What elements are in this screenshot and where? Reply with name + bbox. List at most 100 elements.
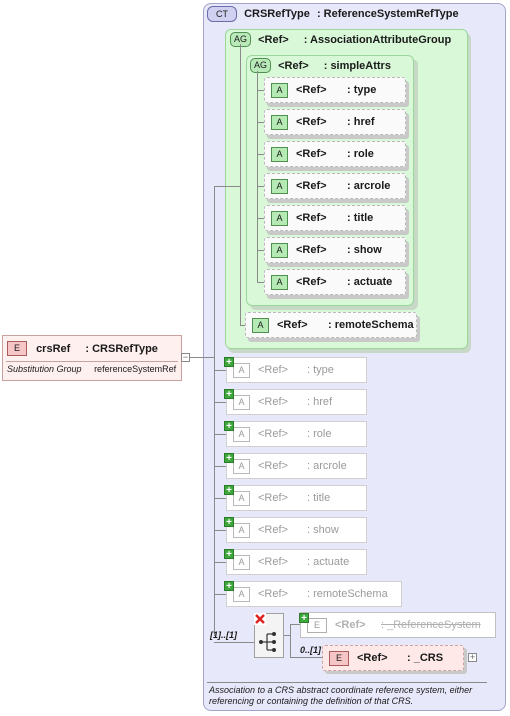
attribute-ref: <Ref> (258, 460, 288, 473)
attribute-badge: A (233, 362, 250, 378)
attribute-badge: A (252, 317, 269, 333)
attribute-ref: <Ref> (258, 396, 288, 409)
attribute-name: : show (307, 524, 339, 536)
root-element-name: crsRef (36, 342, 71, 355)
choice-cardinality: [1]..[1] (210, 630, 237, 640)
element-badge: E (7, 341, 27, 356)
attribute-badge: A (233, 458, 250, 474)
attribute-name: : type (347, 84, 377, 96)
attribute-name: : show (347, 244, 382, 256)
choice-option-crs[interactable]: E <Ref> : _CRS (322, 645, 464, 671)
remove-icon[interactable] (254, 613, 266, 625)
attribute-arcrole[interactable]: A <Ref> : arcrole (264, 173, 406, 199)
expand-icon[interactable]: + (299, 613, 309, 624)
element-badge: E (329, 650, 349, 666)
attribute-ref: <Ref> (258, 428, 288, 441)
attribute-ref: <Ref> (296, 84, 327, 97)
attribute-badge: A (233, 426, 250, 442)
attribute-ref: <Ref> (258, 492, 288, 505)
attribute-name: : role (347, 148, 374, 160)
collapsed-attribute-remote-schema[interactable]: A <Ref> : remoteSchema (226, 581, 402, 607)
attribute-ref: <Ref> (296, 180, 327, 193)
attribute-name: : actuate (347, 276, 393, 288)
expand-icon[interactable]: + (224, 357, 234, 368)
attribute-type[interactable]: A <Ref> : type (264, 77, 406, 103)
attribute-ref: <Ref> (258, 588, 288, 601)
attribute-badge: A (233, 490, 250, 506)
attribute-badge: A (233, 554, 250, 570)
attribute-name: : arcrole (347, 180, 391, 192)
collapsed-attribute-actuate[interactable]: A <Ref> : actuate (226, 549, 367, 575)
complex-type-base: : ReferenceSystemRefType (316, 8, 459, 20)
complex-type-name: CRSRefType (244, 8, 310, 20)
complex-type-badge: CT (207, 6, 237, 22)
option-name: : _ReferenceSystem (381, 619, 481, 631)
collapsed-attribute-href[interactable]: A <Ref> : href (226, 389, 367, 415)
attribute-name: : type (307, 364, 334, 376)
attribute-name: : href (307, 396, 333, 408)
attribute-badge: A (233, 394, 250, 410)
simple-attrs-name: : simpleAttrs (323, 59, 391, 72)
attribute-ref: <Ref> (296, 212, 327, 225)
expand-icon[interactable]: + (224, 453, 234, 464)
simple-attrs-ref: <Ref> (278, 59, 309, 72)
attribute-ref: <Ref> (258, 556, 288, 569)
attribute-name: : arcrole (307, 460, 347, 472)
substitution-group-value: referenceSystemRef (94, 364, 177, 374)
attribute-title[interactable]: A <Ref>: title (264, 205, 406, 231)
attribute-name: : href (347, 116, 375, 128)
substitution-group-label: Substitution Group (7, 364, 82, 374)
attribute-ref: <Ref> (296, 244, 327, 257)
documentation-text: Association to a CRS abstract coordinate… (209, 685, 473, 706)
attribute-show[interactable]: A <Ref> : show (264, 237, 406, 263)
attribute-ref: <Ref> (296, 116, 327, 129)
association-group-name: : AssociationAttributeGroup (303, 33, 452, 46)
collapse-toggle[interactable]: − (181, 353, 190, 362)
choice-option-reference-system[interactable]: E <Ref> : _ReferenceSystem (300, 612, 496, 638)
attribute-role[interactable]: A <Ref>: role (264, 141, 406, 167)
option-cardinality: 0..[1] (300, 645, 322, 655)
attribute-ref: <Ref> (258, 524, 288, 537)
association-group-ref: <Ref> (258, 33, 289, 46)
collapsed-attribute-title[interactable]: A <Ref> : title (226, 485, 367, 511)
expand-icon[interactable]: + (224, 549, 234, 560)
attribute-actuate[interactable]: A <Ref> : actuate (264, 269, 406, 295)
expand-toggle[interactable]: + (468, 653, 477, 662)
collapsed-attribute-role[interactable]: A <Ref> : role (226, 421, 367, 447)
attribute-name: : role (307, 428, 332, 440)
expand-icon[interactable]: + (224, 485, 234, 496)
root-element-crsref[interactable]: E crsRef : CRSRefType Substitution Group… (2, 335, 182, 381)
collapsed-attribute-type[interactable]: A <Ref> : type (226, 357, 367, 383)
attribute-name: : title (347, 212, 374, 224)
attribute-href[interactable]: A <Ref> : href (264, 109, 406, 135)
attribute-badge: A (271, 146, 288, 162)
root-element-type: : CRSRefType (85, 342, 158, 355)
expand-icon[interactable]: + (224, 517, 234, 528)
option-name: : _CRS (407, 652, 444, 664)
collapsed-attribute-show[interactable]: A <Ref> : show (226, 517, 367, 543)
expand-icon[interactable]: + (224, 421, 234, 432)
attribute-name: : remoteSchema (307, 588, 388, 600)
attribute-badge: A (271, 114, 288, 130)
attribute-remote-schema[interactable]: A <Ref> : remoteSchema (245, 312, 417, 338)
association-group-header: AG <Ref> : AssociationAttributeGroup (230, 32, 451, 47)
attribute-badge: A (271, 82, 288, 98)
attribute-badge: A (271, 242, 288, 258)
attribute-name: : actuate (307, 556, 350, 568)
attribute-name: : title (307, 492, 331, 504)
attribute-ref: <Ref> (277, 319, 308, 332)
expand-icon[interactable]: + (224, 389, 234, 400)
attribute-name: : remoteSchema (328, 319, 414, 331)
expand-icon[interactable]: + (224, 581, 234, 592)
option-ref: <Ref> (357, 652, 388, 665)
attribute-ref: <Ref> (258, 364, 288, 377)
attribute-ref: <Ref> (296, 276, 327, 289)
attribute-badge: A (233, 586, 250, 602)
attribute-badge: A (271, 178, 288, 194)
collapsed-attribute-arcrole[interactable]: A <Ref> : arcrole (226, 453, 367, 479)
element-badge: E (307, 617, 327, 633)
attribute-badge: A (271, 274, 288, 290)
option-ref: <Ref> (335, 619, 366, 632)
complex-type-header: CT CRSRefType : ReferenceSystemRefType (207, 6, 459, 24)
attribute-badge: A (233, 522, 250, 538)
